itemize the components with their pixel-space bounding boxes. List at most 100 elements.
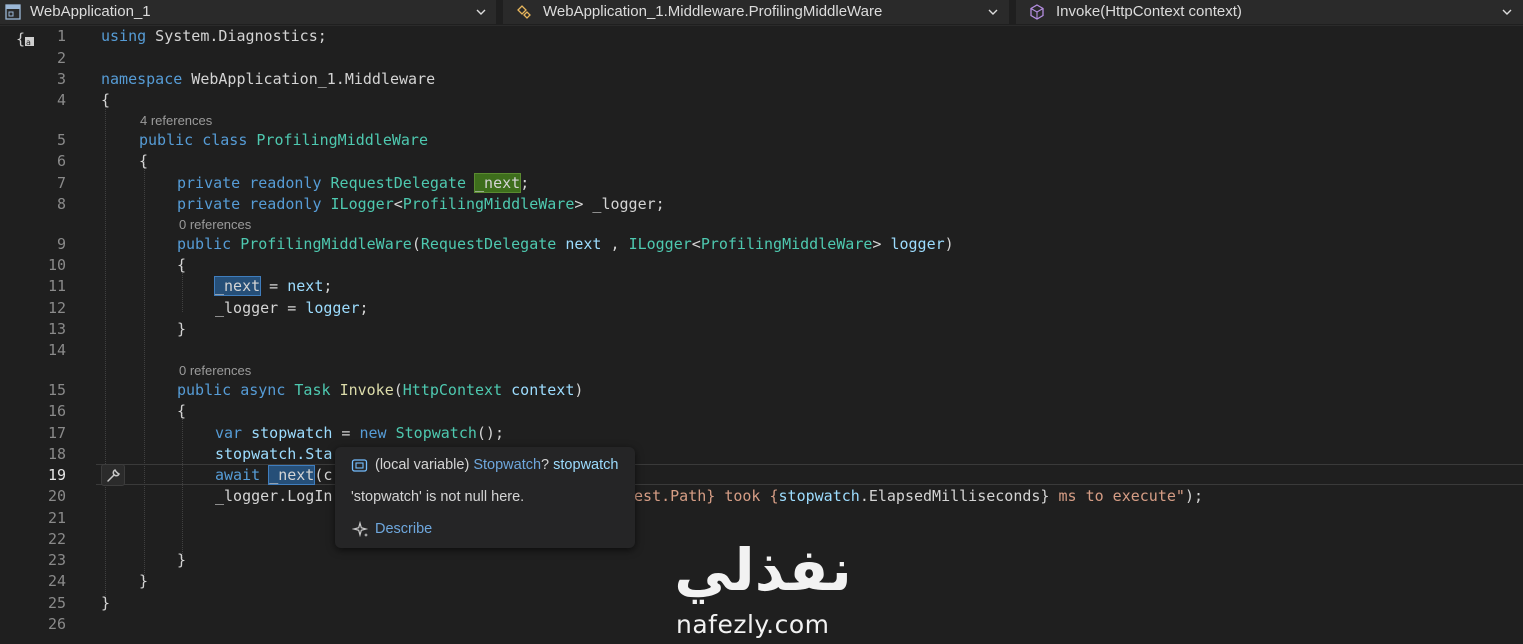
line-number: 8 bbox=[56, 195, 66, 213]
code-line-5[interactable]: public class ProfilingMiddleWare bbox=[139, 130, 428, 151]
code-line-10[interactable]: { bbox=[177, 255, 186, 276]
parameter: next bbox=[287, 277, 324, 295]
class-name: ProfilingMiddleWare bbox=[256, 131, 428, 149]
code-line-17[interactable]: var stopwatch = new Stopwatch(); bbox=[215, 423, 504, 444]
line-number: 19 bbox=[47, 466, 66, 484]
local-variable: stopwatch bbox=[778, 487, 860, 505]
highlighted-field[interactable]: _next bbox=[268, 465, 316, 485]
chevron-down-icon bbox=[1502, 9, 1512, 15]
parameter: logger bbox=[305, 299, 360, 317]
line-number: 21 bbox=[47, 509, 66, 527]
code-text: ); bbox=[1184, 487, 1203, 505]
watermark-logo: نفذلي bbox=[674, 540, 851, 604]
line-number: 7 bbox=[56, 174, 66, 192]
code-line-19[interactable]: await _next(c bbox=[215, 465, 332, 486]
code-text: ) bbox=[944, 235, 954, 253]
code-line-4[interactable]: { bbox=[101, 90, 110, 111]
tooltip-nullable: ? bbox=[541, 457, 550, 473]
indent-guide bbox=[144, 161, 145, 579]
project-dropdown[interactable]: WebApplication_1 bbox=[0, 0, 496, 24]
code-text: (c bbox=[314, 466, 333, 484]
quick-info-tooltip: (local variable) Stopwatch? stopwatch 's… bbox=[335, 447, 635, 548]
svg-text:{: { bbox=[16, 30, 25, 48]
type-name: RequestDelegate bbox=[420, 235, 557, 253]
code-line-6[interactable]: { bbox=[139, 151, 148, 172]
tooltip-signature: (local variable) Stopwatch? stopwatch bbox=[375, 457, 618, 473]
local-variable: stopwatch bbox=[242, 424, 333, 442]
code-line-1[interactable]: using System.Diagnostics; bbox=[101, 26, 327, 47]
code-line-3[interactable]: namespace WebApplication_1.Middleware bbox=[101, 69, 435, 90]
line-number: 14 bbox=[47, 341, 66, 359]
parameter: context bbox=[502, 381, 575, 399]
tooltip-type-link[interactable]: Stopwatch bbox=[473, 457, 541, 473]
line-number: 22 bbox=[47, 530, 66, 548]
type-name: ProfilingMiddleWare bbox=[402, 195, 575, 213]
code-text: ( bbox=[411, 235, 421, 253]
line-number: 26 bbox=[47, 615, 66, 633]
code-line-15[interactable]: public async Task Invoke(HttpContext con… bbox=[177, 380, 583, 401]
code-text: < bbox=[691, 235, 701, 253]
ctor-references-lens[interactable]: 0 references bbox=[179, 216, 251, 234]
type-name: HttpContext bbox=[402, 381, 503, 399]
line-number: 15 bbox=[47, 381, 66, 399]
code-line-16[interactable]: { bbox=[177, 401, 186, 422]
line-number: 12 bbox=[47, 299, 66, 317]
line-number: 10 bbox=[47, 256, 66, 274]
code-line-11[interactable]: _next = next; bbox=[213, 276, 332, 297]
chevron-down-icon bbox=[476, 9, 486, 15]
describe-link[interactable]: Describe bbox=[375, 521, 432, 537]
method-cube-icon bbox=[1030, 4, 1044, 20]
member-scope-label: Invoke(HttpContext context) bbox=[1056, 3, 1242, 20]
method-name: Invoke bbox=[339, 381, 394, 399]
class-scope-icon bbox=[517, 5, 531, 19]
type-name: Stopwatch bbox=[386, 424, 477, 442]
code-line-20-start[interactable]: _logger.LogIn bbox=[215, 486, 332, 507]
tooltip-kind: (local variable) bbox=[375, 457, 470, 473]
project-icon bbox=[5, 4, 21, 20]
type-name: RequestDelegate bbox=[330, 174, 466, 192]
code-line-20-end[interactable]: uest.Path} took {stopwatch.ElapsedMillis… bbox=[625, 486, 1203, 507]
code-line-12[interactable]: _logger = logger; bbox=[215, 298, 369, 319]
code-text: ( bbox=[393, 381, 403, 399]
code-text: , bbox=[601, 235, 629, 253]
code-text: = bbox=[278, 299, 306, 317]
code-line-13[interactable]: } bbox=[177, 319, 186, 340]
keyword: namespace bbox=[101, 70, 183, 88]
code-line-8[interactable]: private readonly ILogger<ProfilingMiddle… bbox=[177, 194, 665, 215]
highlighted-field[interactable]: _next bbox=[474, 173, 522, 193]
code-line-9[interactable]: public ProfilingMiddleWare(RequestDelega… bbox=[177, 234, 954, 255]
keyword: readonly bbox=[249, 174, 322, 192]
class-references-lens[interactable]: 4 references bbox=[140, 112, 212, 130]
project-dropdown-label: WebApplication_1 bbox=[30, 3, 151, 20]
type-name: ILogger bbox=[628, 235, 692, 253]
keyword: var bbox=[215, 424, 243, 442]
code-line-7[interactable]: private readonly RequestDelegate _next; bbox=[177, 173, 529, 194]
line-number: 24 bbox=[47, 572, 66, 590]
chevron-down-icon bbox=[988, 9, 998, 15]
quick-actions-button[interactable] bbox=[101, 464, 125, 486]
code-text: .ElapsedMilliseconds} bbox=[859, 487, 1050, 505]
code-line-18[interactable]: stopwatch.Sta bbox=[215, 444, 332, 465]
type-scope-dropdown[interactable]: WebApplication_1.Middleware.ProfilingMid… bbox=[503, 0, 1009, 24]
indent-guide bbox=[182, 412, 183, 558]
line-number: 13 bbox=[47, 320, 66, 338]
code-line-25[interactable]: } bbox=[101, 593, 110, 614]
code-line-24[interactable]: } bbox=[139, 571, 148, 592]
keyword: public bbox=[177, 381, 232, 399]
line-number: 1 bbox=[56, 27, 66, 45]
code-text: (); bbox=[476, 424, 504, 442]
watermark-arabic: نفذلي bbox=[674, 540, 851, 604]
sparkle-icon bbox=[352, 521, 369, 538]
keyword: using bbox=[101, 27, 147, 45]
line-number: 9 bbox=[56, 235, 66, 253]
code-line-23[interactable]: } bbox=[177, 550, 186, 571]
member-scope-dropdown[interactable]: Invoke(HttpContext context) bbox=[1016, 0, 1523, 24]
invoke-references-lens[interactable]: 0 references bbox=[179, 362, 251, 380]
highlighted-field[interactable]: _next bbox=[213, 276, 262, 296]
code-text: = bbox=[260, 277, 288, 295]
local-variable-icon bbox=[351, 459, 368, 472]
code-text: < bbox=[393, 195, 403, 213]
code-text: WebApplication_1.Middleware bbox=[182, 70, 436, 88]
parameter: next bbox=[556, 235, 602, 253]
line-number: 23 bbox=[47, 551, 66, 569]
